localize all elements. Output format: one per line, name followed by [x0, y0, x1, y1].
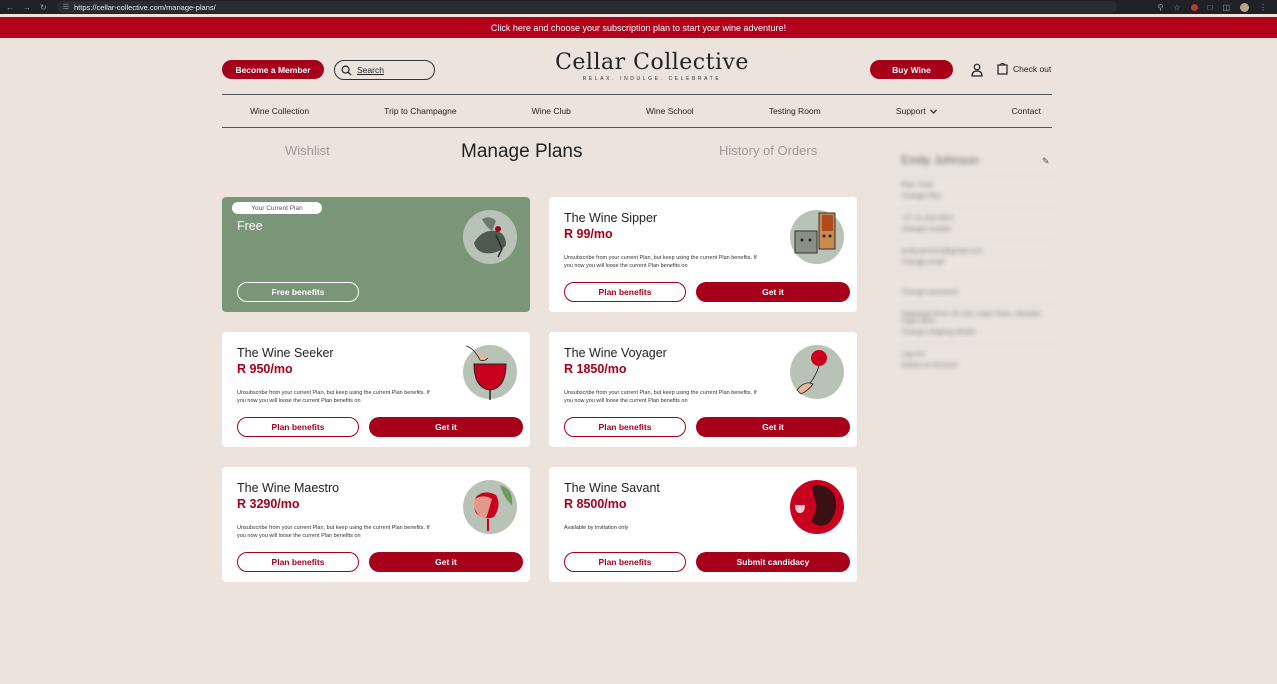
plan-price: R 8500/mo [564, 497, 627, 511]
plan-description: Unsubscribe from your current Plan, but … [237, 390, 430, 404]
plan-card-wine-maestro: The Wine Maestro R 3290/mo Unsubscribe f… [222, 467, 530, 582]
profile-phone: +27 21 410 4822 [901, 215, 954, 222]
chevron-down-icon [929, 108, 937, 114]
profile-name: Emily Johnson [901, 153, 980, 167]
address-bar[interactable]: ☰ https://cellar-collective.com/manage-p… [56, 1, 1117, 13]
nav-item-support-label: Support [895, 106, 926, 116]
grape-squeeze-illustration-icon [463, 480, 517, 534]
tab-history-of-orders[interactable]: History of Orders [719, 143, 817, 158]
tab-wishlist[interactable]: Wishlist [285, 143, 330, 158]
nav-item-testing-room[interactable]: Testing Room [769, 106, 821, 116]
menu-kebab-icon[interactable]: ⋮ [1259, 3, 1267, 12]
buy-wine-button[interactable]: Buy Wine [870, 60, 953, 79]
search-label: Search [357, 65, 384, 75]
search-icon [341, 65, 352, 76]
plan-price: R 3290/mo [237, 497, 300, 511]
plan-benefits-button[interactable]: Plan benefits [237, 417, 359, 437]
plan-description: Unsubscribe from your current Plan, but … [564, 390, 757, 404]
forward-icon[interactable]: → [23, 3, 31, 12]
plan-title: The Wine Seeker [237, 346, 334, 360]
plan-description: Unsubscribe from your current Plan, but … [237, 525, 430, 539]
plan-benefits-button[interactable]: Plan benefits [564, 417, 686, 437]
site-logo[interactable]: Cellar Collective RELAX. INDULGE. CELEBR… [552, 50, 752, 82]
nav-item-contact[interactable]: Contact [1012, 106, 1041, 116]
submit-candidacy-button[interactable]: Submit candidacy [696, 552, 850, 572]
logo-tagline: RELAX. INDULGE. CELEBRATE [582, 76, 722, 82]
profile-plan: Plan: Free [901, 182, 934, 189]
logo-name: Cellar Collective [555, 50, 749, 75]
get-plan-button[interactable]: Get it [369, 417, 523, 437]
browser-bar: ← → ↻ ☰ https://cellar-collective.com/ma… [0, 0, 1277, 14]
checkout-link[interactable]: Check out [997, 63, 1051, 75]
get-plan-button[interactable]: Get it [369, 552, 523, 572]
nav-item-wine-club[interactable]: Wine Club [532, 106, 571, 116]
plan-title: The Wine Voyager [564, 346, 667, 360]
get-plan-button[interactable]: Get it [696, 417, 850, 437]
checkout-label: Check out [1013, 64, 1052, 74]
user-account-icon[interactable] [971, 63, 983, 77]
account-tabs: Wishlist Manage Plans History of Orders [222, 141, 857, 169]
main-nav: Wine Collection Trip to Champagne Wine C… [222, 94, 1052, 128]
nav-item-support[interactable]: Support [896, 106, 937, 116]
profile-address: Oakwood Drive 25-130, Cape Town, Western… [901, 311, 1042, 325]
balloon-hand-illustration-icon [790, 345, 844, 399]
delete-account-link[interactable]: Delete an Account [893, 360, 1053, 371]
profile-email: emily.johnson@gmail.com [901, 248, 983, 255]
plan-title: The Wine Savant [564, 481, 660, 495]
extension-icon[interactable] [1190, 3, 1198, 11]
woman-with-wine-illustration-icon [790, 480, 844, 534]
nav-item-wine-collection[interactable]: Wine Collection [250, 106, 309, 116]
plan-title: Free [237, 219, 263, 233]
bookmark-star-icon[interactable]: ☆ [1173, 3, 1180, 12]
cart-icon [997, 63, 1008, 75]
profile-sidebar: Emily Johnson Plan: Free Change Plan +27… [893, 145, 1053, 415]
plan-card-wine-sipper: The Wine Sipper R 99/mo Unsubscribe from… [549, 197, 857, 312]
current-plan-badge: Your Current Plan [232, 202, 322, 214]
site-info-icon[interactable]: ☰ [63, 3, 69, 11]
address-text[interactable]: https://cellar-collective.com/manage-pla… [74, 3, 216, 12]
wine-glass-illustration-icon [463, 345, 517, 400]
nav-item-trip-to-champagne[interactable]: Trip to Champagne [384, 106, 456, 116]
promo-banner-text[interactable]: Click here and choose your subscription … [491, 23, 786, 33]
browser-actions: ⚲ ☆ □ ◫ ⋮ [1158, 2, 1277, 12]
plan-title: The Wine Sipper [564, 211, 658, 225]
plan-card-wine-savant: The Wine Savant R 8500/mo Available by i… [549, 467, 857, 582]
nav-item-wine-school[interactable]: Wine School [646, 106, 694, 116]
password-key-icon[interactable]: ⚲ [1158, 3, 1164, 12]
wine-dancer-illustration-icon [463, 210, 517, 264]
reload-icon[interactable]: ↻ [40, 3, 47, 12]
wine-box-characters-illustration-icon [790, 210, 844, 264]
get-plan-button[interactable]: Get it [696, 282, 850, 302]
plan-price: R 1850/mo [564, 362, 627, 376]
change-plan-link[interactable]: Change Plan [893, 191, 1053, 202]
plan-price: R 99/mo [564, 227, 613, 241]
extensions-puzzle-icon[interactable]: □ [1208, 3, 1213, 12]
plan-description: Available by invitation only [564, 525, 629, 531]
plan-price: R 950/mo [237, 362, 293, 376]
profile-avatar-icon[interactable] [1240, 2, 1249, 12]
plan-description: Unsubscribe from your current Plan, but … [564, 255, 757, 269]
change-email-link[interactable]: Change email [893, 257, 1053, 268]
edit-pencil-icon[interactable]: ✎ [1042, 156, 1050, 167]
plan-card-wine-voyager: The Wine Voyager R 1850/mo Unsubscribe f… [549, 332, 857, 447]
change-shipping-link[interactable]: Change shipping details [893, 327, 1053, 338]
free-benefits-button[interactable]: Free benefits [237, 282, 359, 302]
plan-benefits-button[interactable]: Plan benefits [237, 552, 359, 572]
plan-card-wine-seeker: The Wine Seeker R 950/mo Unsubscribe fro… [222, 332, 530, 447]
tab-manage-plans[interactable]: Manage Plans [461, 141, 582, 163]
change-password-link[interactable]: Change password [893, 275, 1053, 298]
become-member-button[interactable]: Become a Member [222, 60, 324, 79]
plan-benefits-button[interactable]: Plan benefits [564, 282, 686, 302]
sidebar-icon[interactable]: ◫ [1222, 3, 1230, 12]
search-input[interactable]: Search [334, 60, 435, 80]
plan-benefits-button[interactable]: Plan benefits [564, 552, 686, 572]
promo-banner[interactable]: Click here and choose your subscription … [0, 17, 1277, 38]
browser-nav: ← → ↻ [0, 3, 47, 12]
logout-link[interactable]: Log out [893, 345, 1053, 360]
plan-card-free: Your Current Plan Free Free benefits [222, 197, 530, 312]
plan-title: The Wine Maestro [237, 481, 340, 495]
change-number-link[interactable]: Change number [893, 224, 1053, 235]
back-icon[interactable]: ← [6, 3, 14, 12]
